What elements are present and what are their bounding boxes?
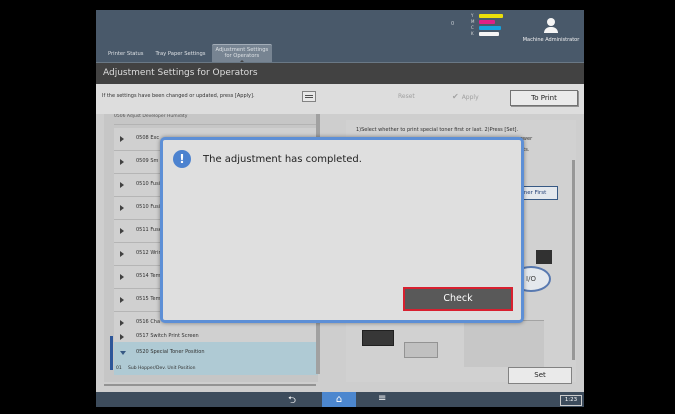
dialog-message: The adjustment has completed. — [203, 154, 362, 165]
info-icon: ! — [173, 150, 191, 168]
screen: 0 Y M C K Machine Administrator Printer … — [96, 10, 584, 407]
back-icon[interactable]: ⮌ — [288, 393, 296, 407]
home-icon[interactable]: ⌂ — [322, 392, 356, 407]
clock: 1:23 — [560, 395, 582, 406]
bottom-bar: ⮌ ⌂ ≡ 1:23 — [96, 392, 584, 407]
menu-icon[interactable]: ≡ — [378, 393, 386, 404]
check-button[interactable]: Check — [403, 287, 513, 311]
completion-dialog: ! The adjustment has completed. Check — [160, 137, 524, 323]
